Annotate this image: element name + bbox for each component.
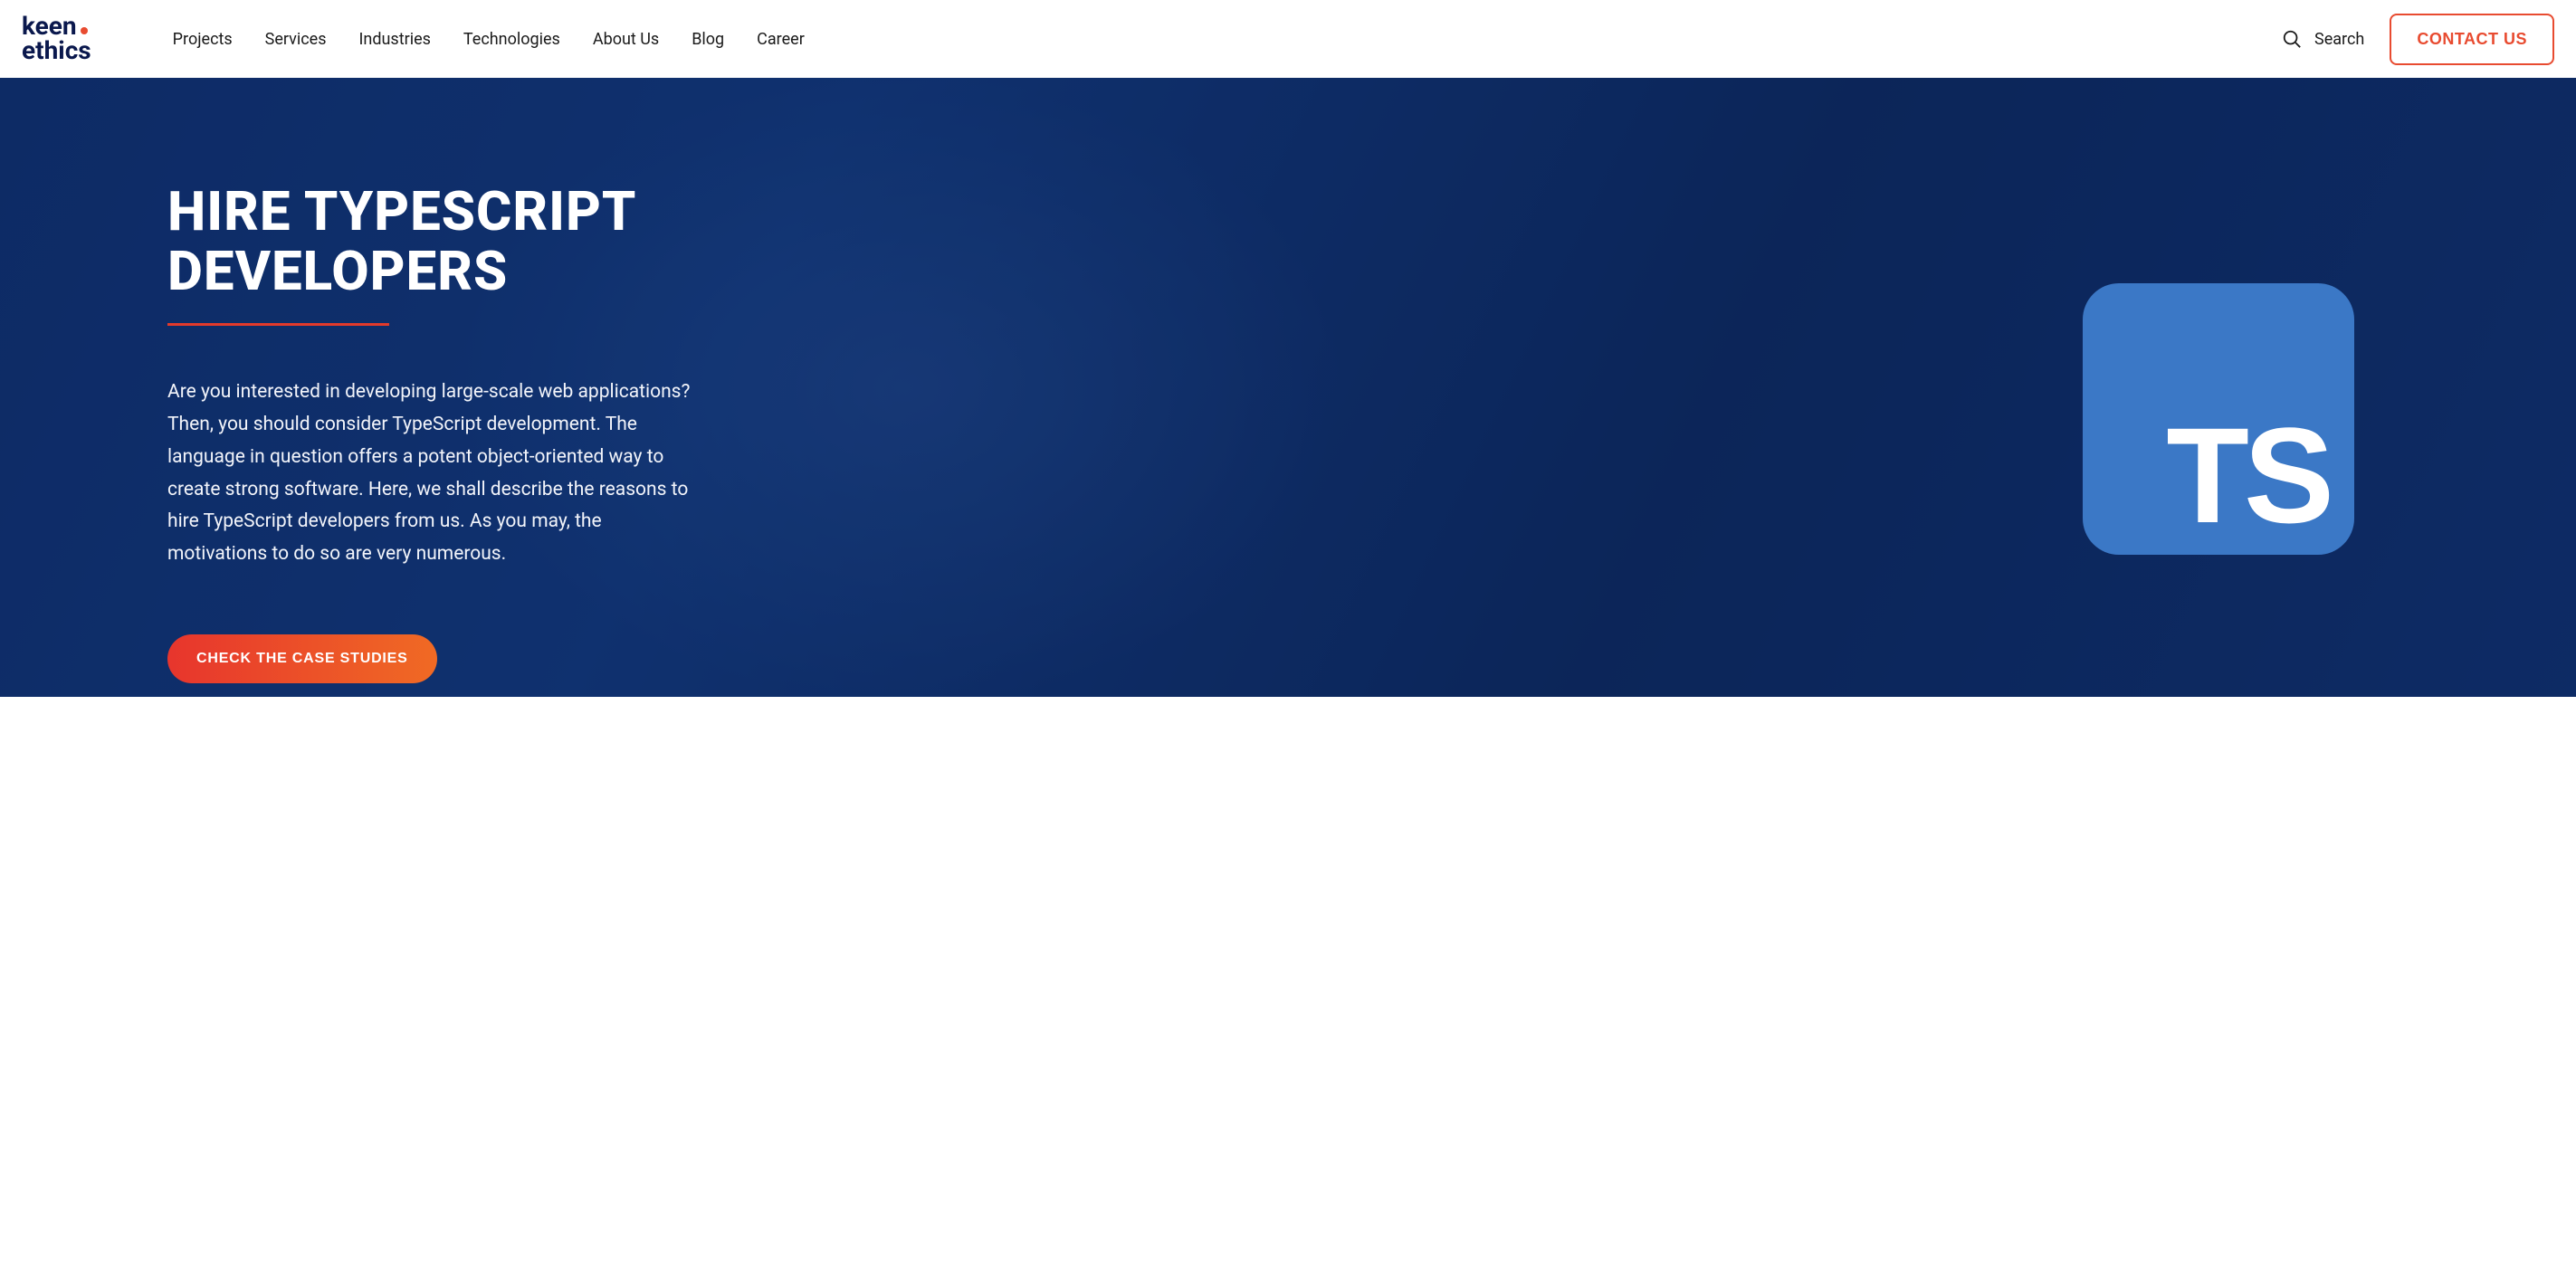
search-label: Search [2314,30,2364,49]
nav-technologies[interactable]: Technologies [463,30,560,49]
nav-services[interactable]: Services [265,30,327,49]
typescript-logo-text: TS [2166,418,2329,534]
hero-section: HIRE TYPESCRIPT DEVELOPERS Are you inter… [0,78,2576,697]
nav-projects[interactable]: Projects [173,30,233,49]
site-logo[interactable]: keen ethics [22,14,91,62]
nav-career[interactable]: Career [757,30,805,49]
primary-nav: Projects Services Industries Technologie… [173,30,805,49]
nav-about-us[interactable]: About Us [593,30,659,49]
hero-description: Are you interested in developing large-s… [167,376,701,570]
nav-industries[interactable]: Industries [359,30,431,49]
check-case-studies-button[interactable]: CHECK THE CASE STUDIES [167,634,437,683]
contact-us-button[interactable]: CONTACT US [2390,14,2554,65]
site-header: keen ethics Projects Services Industries… [0,0,2576,78]
typescript-logo-tile: TS [2083,283,2354,555]
nav-blog[interactable]: Blog [692,30,724,49]
search-button[interactable]: Search [2282,29,2364,49]
search-icon [2282,29,2302,49]
hero-title: HIRE TYPESCRIPT DEVELOPERS [167,182,747,301]
logo-line2-text: ethics [22,39,91,63]
logo-dot-icon [81,27,88,34]
title-underline [167,323,389,326]
